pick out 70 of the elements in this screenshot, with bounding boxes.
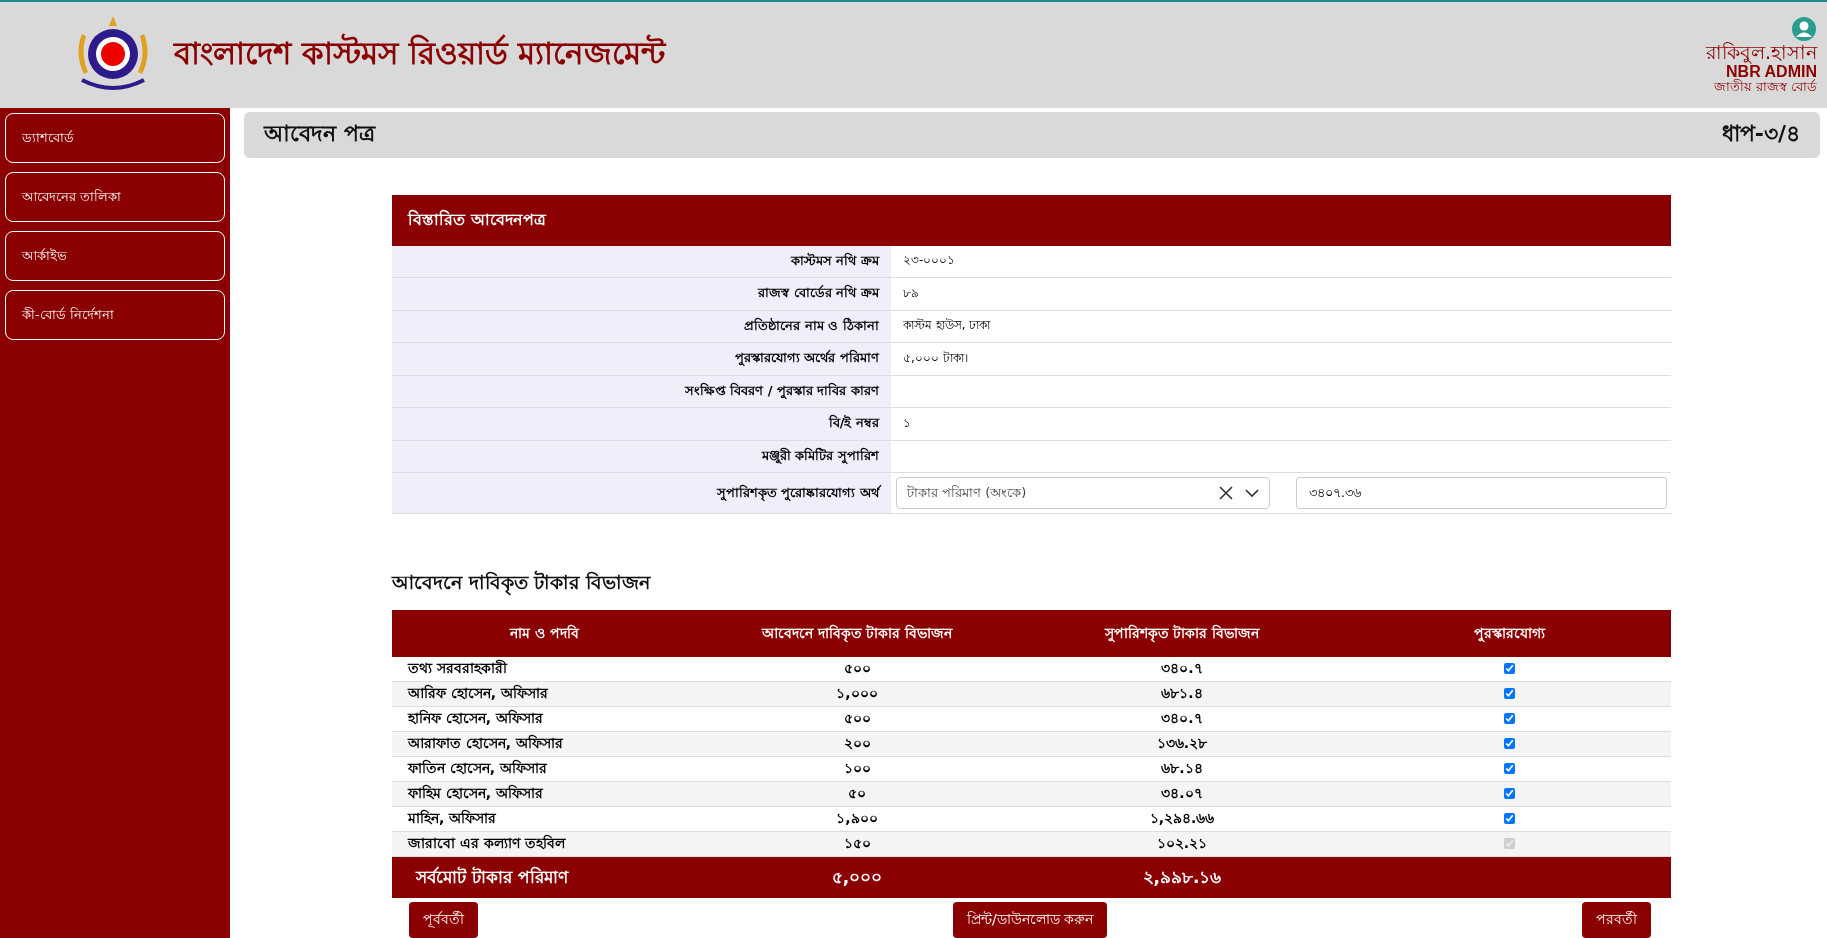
field-label: সুপারিশকৃত পুরোষ্কারযোগ্য অর্থ (392, 473, 891, 513)
app-title: বাংলাদেশ কাস্টমস রিওয়ার্ড ম্যানেজমেন্ট (174, 32, 668, 73)
table-cell: ২০০ (697, 731, 1017, 757)
table-cell: ১০২.২১ (1017, 831, 1347, 857)
field-label: প্রতিষ্ঠানের নাম ও ঠিকানা (392, 310, 891, 342)
eligible-checkbox[interactable] (1503, 788, 1515, 799)
table-cell: ৬৮.১৪ (1017, 756, 1347, 782)
table-cell: ফাহিম হোসেন, অফিসার (392, 781, 697, 807)
table-cell: জারাবো এর কল্যাণ তহবিল (392, 831, 697, 857)
field-label: সংক্ষিপ্ত বিবরণ / পুরস্কার দাবির কারণ (392, 375, 891, 407)
sidebar-item[interactable]: আবেদনের তালিকা (5, 172, 225, 222)
field-label: কাস্টমস নথি ক্রম (392, 245, 891, 277)
field-label: পুরস্কারযোগ্য অর্থের পরিমাণ (392, 343, 891, 375)
table-cell: ৩৪.০৭ (1017, 781, 1347, 807)
print-button[interactable]: প্রিন্ট/ডাউনলোড করুন (952, 902, 1108, 938)
previous-button[interactable]: পূর্ববর্তী (409, 902, 478, 938)
field-value: ৫,০০০ টাকা। (902, 349, 969, 367)
clear-icon[interactable] (1219, 486, 1233, 500)
column-header: পুরস্কারযোগ্য (1347, 610, 1671, 657)
total-claimed: ৫,০০০ (830, 865, 884, 889)
field-value: ৮৯ (902, 284, 920, 302)
eligible-checkbox[interactable] (1503, 663, 1515, 674)
table-cell: আরিফ হোসেন, অফিসার (392, 681, 697, 707)
eligible-checkbox[interactable] (1503, 763, 1515, 774)
table-cell: ১৫০ (697, 831, 1017, 857)
column-header: নাম ও পদবি (392, 610, 697, 657)
page-title: আবেদন পত্র (264, 120, 375, 149)
section-title: আবেদনে দাবিকৃত টাকার বিভাজন (392, 568, 1671, 600)
field-label: মঞ্জুরী কমিটির সুপারিশ (392, 440, 891, 472)
amount-input[interactable]: ৩৪০৭.৩৬ (1296, 477, 1667, 509)
card-title: বিস্তারিত আবেদনপত্র (392, 194, 1671, 246)
user-organization: জাতীয় রাজস্ব বোর্ড (1713, 80, 1817, 95)
table-cell: ১০০ (697, 756, 1017, 782)
table-cell: হানিফ হোসেন, অফিসার (392, 706, 697, 732)
user-avatar-icon (1791, 15, 1817, 42)
sidebar-item[interactable]: আর্কাইভ (5, 231, 225, 281)
field-value: ২৩-০০০১ (902, 252, 957, 270)
table-cell: আরাফাত হোসেন, অফিসার (392, 731, 697, 757)
next-button[interactable]: পরবর্তী (1582, 902, 1651, 938)
table-cell: ফাতিন হোসেন, অফিসার (392, 756, 697, 782)
total-recommended: ২,৯৯৮.১৬ (1141, 865, 1223, 889)
table-cell: ৫০০ (697, 706, 1017, 732)
eligible-checkbox[interactable] (1503, 713, 1515, 724)
table-cell: ১,২৯৪.৬৬ (1017, 806, 1347, 832)
column-header: আবেদনে দাবিকৃত টাকার বিভাজন (697, 610, 1017, 657)
table-cell: ৫০ (697, 781, 1017, 807)
column-header: সুপারিশকৃত টাকার বিভাজন (1017, 610, 1347, 657)
table-cell: ৩৪০.৭ (1017, 657, 1347, 682)
field-value: ১ (902, 414, 912, 432)
table-cell: ১,৯০০ (697, 806, 1017, 832)
field-label: রাজস্ব বোর্ডের নথি ক্রম (392, 278, 891, 310)
table-cell: ৫০০ (697, 657, 1017, 682)
table-cell: তথ্য সরবরাহকারী (392, 657, 697, 682)
eligible-checkbox[interactable] (1503, 738, 1515, 749)
amount-select[interactable]: টাকার পরিমাণ (অংকে) (896, 477, 1270, 509)
total-label: সর্বমোট টাকার পরিমাণ (414, 865, 570, 889)
eligible-checkbox[interactable] (1503, 688, 1515, 699)
eligible-checkbox[interactable] (1503, 813, 1515, 824)
table-cell: মাহিন, অফিসার (392, 806, 697, 832)
chevron-down-icon[interactable] (1245, 488, 1259, 498)
user-name: রাকিবুল.হাসান (1705, 41, 1817, 63)
field-value: কাস্টম হাউস, ঢাকা (902, 317, 992, 335)
sidebar-item[interactable]: কী-বোর্ড নির্দেশনা (5, 290, 225, 340)
table-cell: ৩৪০.৭ (1017, 706, 1347, 732)
table-cell: ১৩৬.২৮ (1017, 731, 1347, 757)
table-cell: ৬৮১.৪ (1017, 681, 1347, 707)
step-indicator: ধাপ-৩/৪ (1721, 120, 1800, 149)
field-label: বি/ই নম্বর (392, 408, 891, 440)
table-cell: ১,০০০ (697, 681, 1017, 707)
sidebar-item[interactable]: ড্যাশবোর্ড (5, 113, 225, 163)
